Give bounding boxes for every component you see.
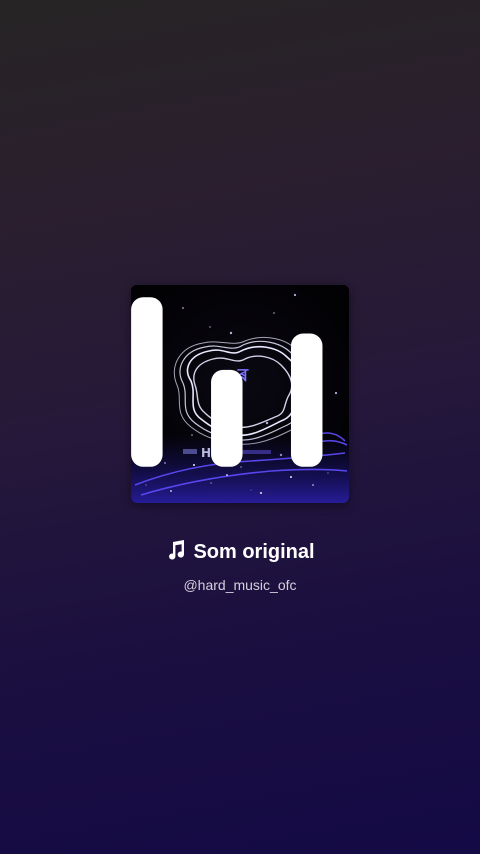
music-note-icon — [169, 540, 185, 560]
sound-title[interactable]: Som original — [0, 536, 480, 568]
album-cover[interactable]: ৰ HD — [131, 285, 349, 503]
sound-title-text: Som original — [193, 541, 315, 563]
sound-detail-screen: ৰ HD Som original @hard_music_ofc — [0, 0, 480, 854]
equalizer-bars-icon — [131, 297, 323, 467]
author-handle[interactable]: @hard_music_ofc — [0, 575, 480, 595]
